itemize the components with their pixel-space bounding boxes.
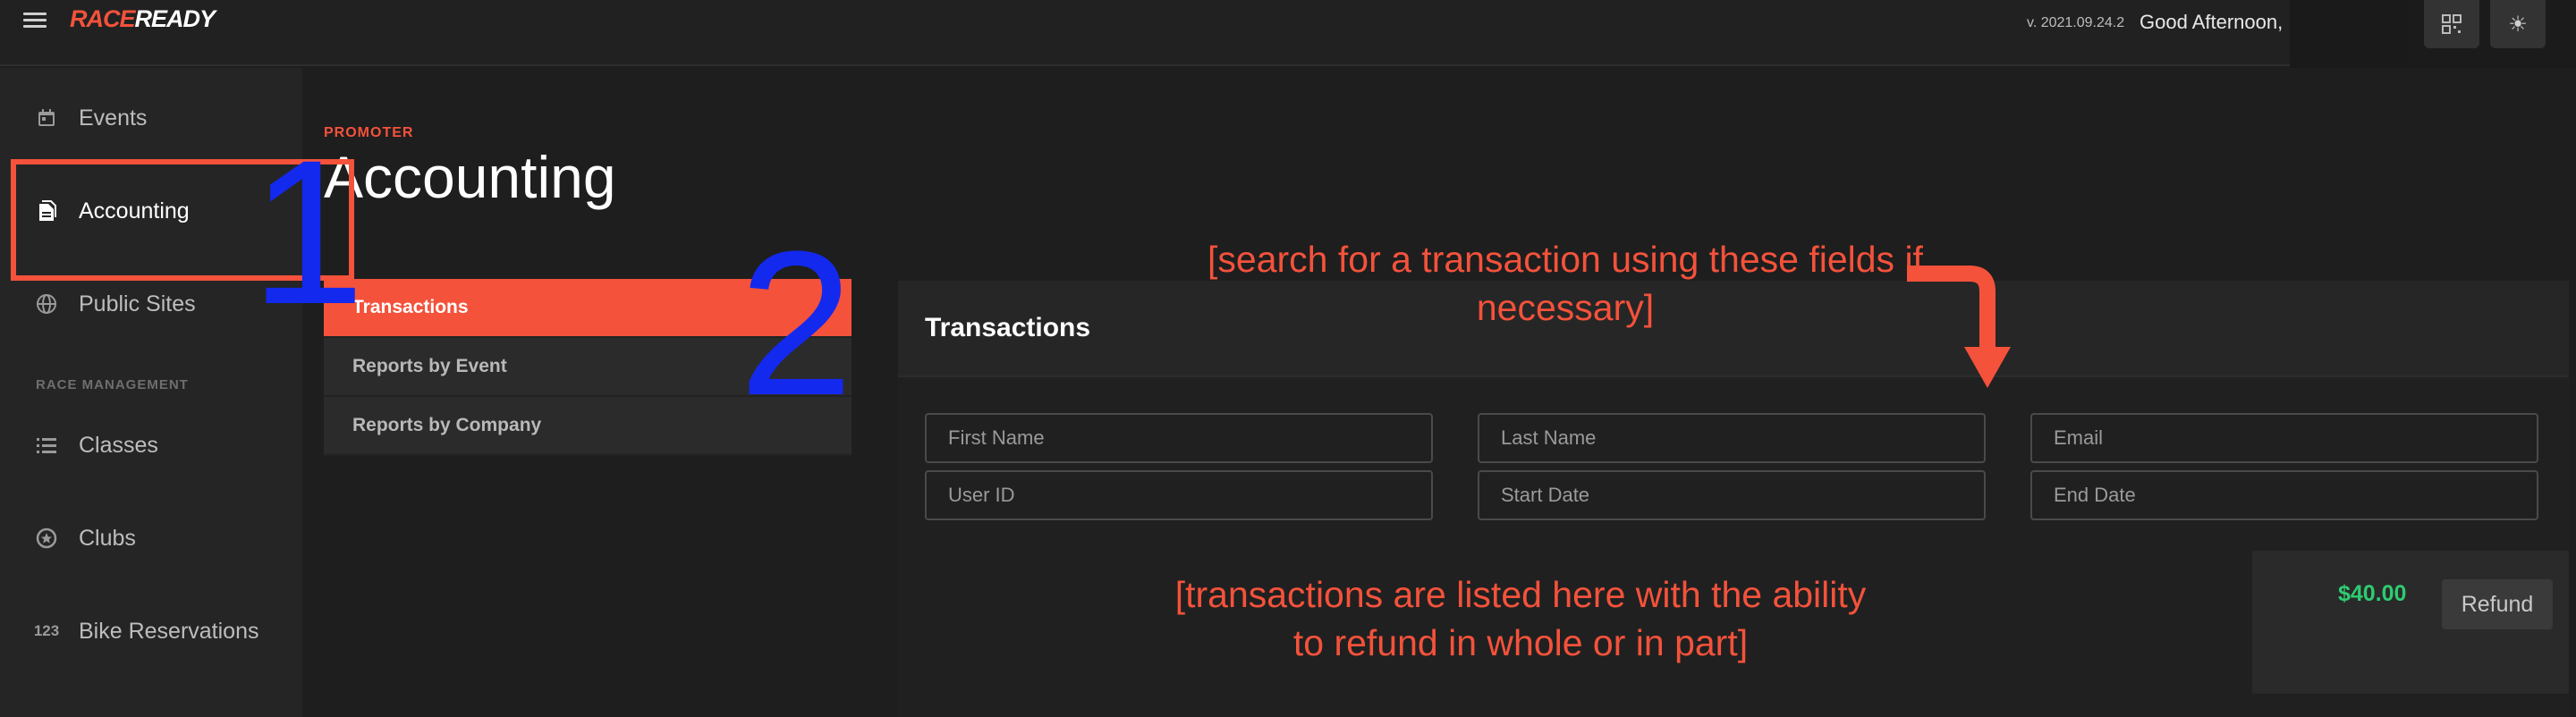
user-id-field[interactable] [925, 470, 1433, 520]
qr-code-button[interactable] [2424, 0, 2479, 48]
logo-race: RACE [70, 5, 136, 32]
step-number-1: 1 [250, 117, 365, 347]
sidebar-item-label: Clubs [79, 525, 136, 551]
header-actions: ☀ [2415, 0, 2576, 68]
list-annotation: [transactions are listed here with the a… [1174, 574, 1867, 663]
top-bar: RACEREADY v. 2021.09.24.2 Good Afternoon… [0, 0, 2576, 66]
email-field[interactable] [2030, 413, 2538, 463]
sidebar-item-label: Public Sites [79, 291, 196, 316]
first-name-field[interactable] [925, 413, 1433, 463]
theme-toggle-button[interactable]: ☀ [2490, 0, 2546, 48]
sidebar-item-bike-reservations[interactable]: 123 Bike Reservations [0, 595, 302, 667]
globe-icon [34, 291, 59, 316]
qr-code-icon [2442, 14, 2462, 34]
greeting-text: Good Afternoon, [2140, 11, 2284, 33]
curved-arrow-icon [1907, 266, 2011, 388]
search-annotation: [search for a transaction using these fi… [1208, 239, 1923, 328]
panel-title: Transactions [925, 313, 1091, 342]
transaction-row: $40.00 Refund [2252, 551, 2569, 694]
header-spacer [2290, 0, 2415, 68]
list-icon [34, 433, 59, 458]
start-date-field[interactable] [1478, 470, 1986, 520]
sidebar-item-label: Bike Reservations [79, 618, 259, 644]
transaction-amount: $40.00 [2338, 581, 2407, 606]
logo-ready: READY [134, 5, 216, 32]
last-name-field[interactable] [1478, 413, 1986, 463]
sun-icon: ☀ [2508, 12, 2528, 37]
version-label: v. 2021.09.24.2 [2027, 15, 2125, 30]
menu-icon[interactable] [23, 9, 48, 30]
end-date-field[interactable] [2030, 470, 2538, 520]
sidebar-item-classes[interactable]: Classes [0, 409, 302, 481]
app-logo[interactable]: RACEREADY [70, 5, 216, 33]
star-circle-icon [34, 526, 59, 551]
sidebar-item-label: Events [79, 105, 148, 131]
section-label-race-management: RACE MANAGEMENT [36, 377, 189, 392]
page-title: Accounting [324, 144, 616, 210]
sidebar-item-clubs[interactable]: Clubs [0, 502, 302, 574]
calendar-icon [34, 105, 59, 131]
numbers-icon: 123 [33, 622, 60, 639]
refund-button[interactable]: Refund [2442, 579, 2553, 629]
step-number-2: 2 [739, 208, 853, 438]
sidebar-item-label: Classes [79, 432, 158, 458]
